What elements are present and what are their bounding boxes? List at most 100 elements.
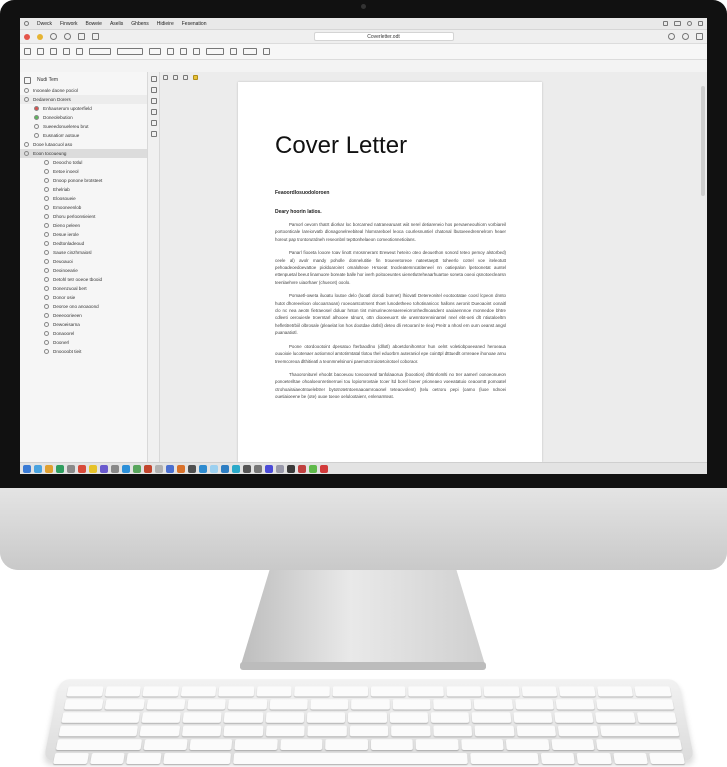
- taskbar-app-icon[interactable]: [177, 464, 185, 473]
- sidebar-item[interactable]: Sause cinzhrnaiosl: [20, 248, 147, 257]
- sidebar-item[interactable]: Dnoooobt tieit: [20, 347, 147, 356]
- taskbar-app-icon[interactable]: [188, 464, 196, 473]
- bold-icon[interactable]: [167, 48, 174, 55]
- share-icon[interactable]: [668, 33, 675, 40]
- taskbar-app-icon[interactable]: [67, 464, 75, 473]
- italic-icon[interactable]: [180, 48, 187, 55]
- print-icon[interactable]: [50, 48, 57, 55]
- search-icon[interactable]: [698, 21, 703, 26]
- navigator-icon[interactable]: [24, 76, 31, 84]
- wifi-icon[interactable]: [663, 21, 668, 26]
- sidebar-item[interactable]: Inooeale daone pociol: [20, 86, 147, 95]
- taskbar-app-icon[interactable]: [133, 464, 141, 473]
- taskbar-app-icon[interactable]: [232, 464, 240, 473]
- menu-item[interactable]: Aselis: [110, 21, 123, 27]
- sidebar-item[interactable]: Emooneenlob: [20, 203, 147, 212]
- taskbar-app-icon[interactable]: [155, 464, 163, 473]
- manage-changes-icon[interactable]: [150, 131, 157, 137]
- sidebar-item[interactable]: Detohl tetr ooeoe tbooid: [20, 275, 147, 284]
- sidebar-item[interactable]: Eetoe inoeol: [20, 167, 147, 176]
- taskbar-app-icon[interactable]: [221, 464, 229, 473]
- menu-item[interactable]: Finwork: [60, 21, 78, 27]
- taskbar-app-icon[interactable]: [122, 464, 130, 473]
- open-icon[interactable]: [37, 48, 44, 55]
- sidebar-item[interactable]: Dewoeisarna: [20, 320, 147, 329]
- taskbar-app-icon[interactable]: [309, 464, 317, 473]
- taskbar-app-icon[interactable]: [34, 464, 42, 473]
- forward-icon[interactable]: [64, 33, 71, 40]
- back-icon[interactable]: [50, 33, 57, 40]
- new-doc-icon[interactable]: [24, 48, 31, 55]
- taskbar-app-icon[interactable]: [56, 464, 64, 473]
- underline-icon[interactable]: [193, 48, 200, 55]
- sidebar-item[interactable]: Deeeoorieeen: [20, 311, 147, 320]
- sidebar-item[interactable]: Deoroe ono anoaoond: [20, 302, 147, 311]
- size-dropdown-icon[interactable]: [149, 48, 161, 55]
- taskbar-app-icon[interactable]: [210, 464, 218, 473]
- paste-icon[interactable]: [76, 48, 83, 55]
- close-button[interactable]: [24, 33, 30, 40]
- taskbar-app-icon[interactable]: [243, 464, 251, 473]
- taskbar-app-icon[interactable]: [298, 464, 306, 473]
- taskbar-app-icon[interactable]: [287, 464, 295, 473]
- find-icon[interactable]: [183, 74, 188, 80]
- taskbar-app-icon[interactable]: [166, 464, 174, 473]
- clock-icon[interactable]: [687, 21, 692, 26]
- sidebar-item[interactable]: Eusnatiorr aotoue: [20, 131, 147, 140]
- taskbar-app-icon[interactable]: [265, 464, 273, 473]
- account-icon[interactable]: [682, 33, 689, 40]
- taskbar-app-icon[interactable]: [276, 464, 284, 473]
- sidebar-item[interactable]: Dieno peleen: [20, 221, 147, 230]
- document-tab-title[interactable]: Coverletter.odt: [313, 32, 454, 41]
- taskbar-app-icon[interactable]: [78, 464, 86, 473]
- menu-item[interactable]: Fesenation: [182, 21, 207, 27]
- font-dropdown-icon[interactable]: [117, 48, 143, 55]
- menu-item[interactable]: Boweie: [86, 21, 102, 27]
- taskbar-app-icon[interactable]: [144, 464, 152, 473]
- taskbar-app-icon[interactable]: [320, 464, 328, 473]
- navigator-icon[interactable]: [150, 109, 157, 115]
- sidebar-item[interactable]: Sueeedonuelereu brut: [20, 122, 147, 131]
- vertical-scrollbar[interactable]: [701, 86, 705, 196]
- taskbar-app-icon[interactable]: [23, 464, 31, 473]
- battery-icon[interactable]: [674, 21, 681, 26]
- list-icon[interactable]: [243, 48, 257, 55]
- sidebar-item[interactable]: Doneolebution: [20, 113, 147, 122]
- table-icon[interactable]: [263, 48, 270, 55]
- sidebar-item[interactable]: Donaoorel: [20, 329, 147, 338]
- sidebar-item[interactable]: Desue ierole: [20, 230, 147, 239]
- document-page[interactable]: Cover Letter Feaoordlosuodoloroen Deary …: [238, 82, 542, 462]
- view-icon[interactable]: [173, 74, 178, 80]
- taskbar-app-icon[interactable]: [89, 464, 97, 473]
- undo-icon[interactable]: [92, 33, 99, 40]
- sidebar-item[interactable]: Ehelriab: [20, 185, 147, 194]
- taskbar-app-icon[interactable]: [254, 464, 262, 473]
- save-icon[interactable]: [78, 33, 85, 40]
- zoom-icon[interactable]: [163, 74, 168, 80]
- sidebar-item[interactable]: Eloosoueie: [20, 194, 147, 203]
- properties-icon[interactable]: [150, 76, 157, 82]
- settings-icon[interactable]: [696, 33, 703, 40]
- sidebar-item[interactable]: Eoon tocoueung: [20, 149, 147, 158]
- taskbar-app-icon[interactable]: [199, 464, 207, 473]
- sidebar-item[interactable]: Dnoop ponone brotsteet: [20, 176, 147, 185]
- menu-item[interactable]: Hidieire: [157, 21, 174, 27]
- taskbar-app-icon[interactable]: [100, 464, 108, 473]
- sidebar-item[interactable]: Dedtonladeoud: [20, 239, 147, 248]
- style-dropdown-icon[interactable]: [89, 48, 111, 55]
- page-icon[interactable]: [150, 120, 157, 126]
- font-color-icon[interactable]: [206, 48, 224, 55]
- sidebar-item[interactable]: Deuoauoi: [20, 257, 147, 266]
- copy-icon[interactable]: [63, 48, 70, 55]
- gallery-icon[interactable]: [150, 98, 157, 104]
- apple-icon[interactable]: [24, 21, 29, 26]
- taskbar-app-icon[interactable]: [45, 464, 53, 473]
- highlight-icon[interactable]: [193, 74, 198, 80]
- menu-item[interactable]: Ghbens: [131, 21, 149, 27]
- sidebar-item[interactable]: Donenzuoal bert: [20, 284, 147, 293]
- minimize-button[interactable]: [37, 33, 43, 40]
- sidebar-item[interactable]: Enhauserum upoterfield: [20, 104, 147, 113]
- menu-item[interactable]: Dweck: [37, 21, 52, 27]
- styles-icon[interactable]: [150, 87, 157, 93]
- sidebar-item[interactable]: Deoocho totlul: [20, 158, 147, 167]
